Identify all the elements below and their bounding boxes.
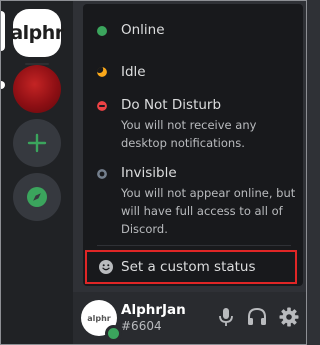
compass-icon bbox=[27, 187, 47, 207]
discord-window: alphr Online Idle Do Not Disturb You wil… bbox=[0, 0, 307, 345]
do-not-disturb-icon bbox=[97, 101, 107, 111]
user-discriminator: #6604 bbox=[121, 319, 162, 333]
menu-divider bbox=[97, 245, 291, 246]
alphr-server-icon[interactable]: alphr bbox=[10, 9, 64, 57]
status-dnd-label: Do Not Disturb bbox=[121, 97, 222, 113]
smiley-icon bbox=[99, 260, 113, 274]
plus-icon bbox=[27, 133, 47, 153]
online-status-badge bbox=[105, 325, 122, 342]
status-dnd-description: You will not receive any desktop notific… bbox=[121, 118, 257, 150]
status-online-item[interactable]: Online bbox=[83, 18, 303, 44]
server-rail: alphr bbox=[1, 1, 73, 344]
status-idle-item[interactable]: Idle bbox=[83, 60, 303, 86]
headphones-icon[interactable] bbox=[246, 306, 268, 328]
online-status-icon bbox=[97, 26, 107, 36]
username: AlphrJan bbox=[121, 302, 186, 318]
status-menu: Online Idle Do Not Disturb You will not … bbox=[83, 4, 303, 286]
avatar-logo-text: alphr bbox=[87, 313, 111, 323]
user-panel: alphr AlphrJan #6604 bbox=[73, 292, 306, 344]
status-idle-label: Idle bbox=[121, 64, 146, 80]
settings-gear-icon[interactable] bbox=[278, 306, 300, 328]
status-online-label: Online bbox=[121, 22, 165, 38]
explore-servers-button[interactable] bbox=[13, 173, 61, 221]
status-invisible-label: Invisible bbox=[121, 165, 177, 181]
alphr-logo-text: alphr bbox=[10, 22, 64, 44]
status-invisible-item[interactable]: Invisible You will not appear online, bu… bbox=[83, 162, 303, 242]
unread-server-indicator bbox=[1, 81, 5, 89]
status-invisible-description: You will not appear online, but will hav… bbox=[121, 186, 296, 236]
status-dnd-item[interactable]: Do Not Disturb You will not receive any … bbox=[83, 94, 303, 152]
microphone-icon[interactable] bbox=[215, 306, 237, 328]
invisible-status-icon bbox=[97, 169, 107, 179]
selected-server-indicator bbox=[1, 11, 5, 51]
idle-moon-icon bbox=[97, 67, 107, 77]
red-server-icon[interactable] bbox=[13, 65, 61, 113]
custom-status-label: Set a custom status bbox=[121, 259, 256, 275]
set-custom-status-button[interactable]: Set a custom status bbox=[85, 250, 297, 284]
add-server-button[interactable] bbox=[13, 119, 61, 167]
